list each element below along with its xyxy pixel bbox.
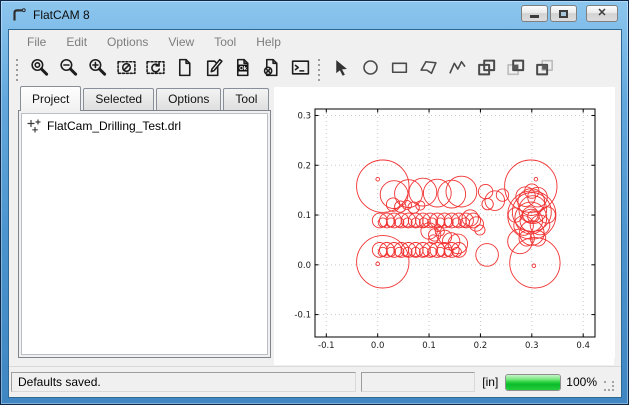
window-controls: ✕ <box>521 5 618 22</box>
tab-tool[interactable]: Tool <box>223 88 269 110</box>
draw-circle-button[interactable] <box>356 57 385 83</box>
zoom-out-button[interactable] <box>54 57 83 83</box>
tab-options[interactable]: Options <box>156 88 221 110</box>
draw-polyline-icon <box>447 57 468 83</box>
draw-circle-icon <box>360 57 381 83</box>
plot-figure[interactable]: -0.1 0.0 0.1 0.2 0.3 0.4 -0.1 0.0 0.1 0.2 0.3 <box>274 87 615 358</box>
minimize-icon <box>530 15 539 18</box>
main-area: ProjectSelectedOptionsTool FlatCam_Drill… <box>9 87 621 366</box>
tab-project[interactable]: Project <box>20 86 81 111</box>
left-column: ProjectSelectedOptionsTool FlatCam_Drill… <box>18 87 271 366</box>
shell-icon <box>290 57 311 83</box>
draw-rectangle-icon <box>389 57 410 83</box>
zoom-in-icon <box>87 57 108 83</box>
svg-text:0.2: 0.2 <box>474 341 488 351</box>
tool-bar: Ok <box>9 53 621 87</box>
plot-toolbar-handle[interactable] <box>15 59 19 81</box>
zoom-fit-button[interactable] <box>25 57 54 83</box>
zoom-out-icon <box>58 57 79 83</box>
units-label: [in] <box>480 375 500 389</box>
new-file-icon <box>174 57 195 83</box>
draw-polygon-button[interactable] <box>414 57 443 83</box>
tree-item-label: FlatCam_Drilling_Test.drl <box>47 119 181 133</box>
plot-canvas[interactable]: -0.1 0.0 0.1 0.2 0.3 0.4 -0.1 0.0 0.1 0.2 0.3 <box>274 87 614 365</box>
svg-text:0.4: 0.4 <box>576 341 590 351</box>
window-title: FlatCAM 8 <box>33 8 90 22</box>
delete-object-icon <box>261 57 282 83</box>
svg-text:0.0: 0.0 <box>297 261 311 271</box>
close-button[interactable]: ✕ <box>586 5 618 22</box>
select-arrow-button[interactable] <box>327 57 356 83</box>
svg-text:0.3: 0.3 <box>297 111 311 121</box>
close-icon: ✕ <box>597 8 606 19</box>
new-file-button[interactable] <box>170 57 199 83</box>
svg-text:0.3: 0.3 <box>525 341 539 351</box>
status-message-field: Defaults saved. <box>11 372 356 392</box>
svg-text:-0.1: -0.1 <box>318 341 335 351</box>
app-window: FlatCAM 8 ✕ FileEditOptionsViewToolHelp … <box>0 0 629 405</box>
svg-text:0.1: 0.1 <box>422 341 436 351</box>
geometry-toolbar-handle[interactable] <box>317 59 321 81</box>
svg-text:0.1: 0.1 <box>297 211 311 221</box>
zoom-fit-icon <box>29 57 50 83</box>
edit-file-button[interactable] <box>199 57 228 83</box>
replot-icon <box>145 57 166 83</box>
progress-bar-fill <box>506 375 560 390</box>
tab-selected[interactable]: Selected <box>83 88 154 110</box>
zoom-in-button[interactable] <box>83 57 112 83</box>
tree-item[interactable]: FlatCam_Drilling_Test.drl <box>25 117 264 135</box>
maximize-button[interactable] <box>550 5 577 22</box>
menu-tool[interactable]: Tool <box>204 32 246 52</box>
flatcam-logo-icon <box>11 7 27 23</box>
client-area: FileEditOptionsViewToolHelp Ok ProjectSe… <box>8 29 622 398</box>
menu-view[interactable]: View <box>158 32 204 52</box>
clear-plot-icon <box>116 57 137 83</box>
menu-edit[interactable]: Edit <box>56 32 97 52</box>
menu-file[interactable]: File <box>17 32 56 52</box>
draw-rectangle-button[interactable] <box>385 57 414 83</box>
subtract-icon <box>505 57 526 83</box>
status-message: Defaults saved. <box>18 375 101 389</box>
title-bar[interactable]: FlatCAM 8 ✕ <box>1 1 628 29</box>
subtract-button[interactable] <box>501 57 530 83</box>
select-arrow-icon <box>331 57 352 83</box>
draw-polyline-button[interactable] <box>443 57 472 83</box>
progress-bar <box>505 374 561 391</box>
progress-percent-label: 100% <box>566 375 597 389</box>
shell-button[interactable] <box>286 57 315 83</box>
menu-help[interactable]: Help <box>246 32 291 52</box>
svg-text:Ok: Ok <box>239 66 248 72</box>
minimize-button[interactable] <box>521 5 548 22</box>
union-button[interactable] <box>472 57 501 83</box>
draw-polygon-icon <box>418 57 439 83</box>
save-ok-icon: Ok <box>232 57 253 83</box>
svg-text:0.0: 0.0 <box>371 341 385 351</box>
resize-grip[interactable] <box>604 381 617 394</box>
menu-options[interactable]: Options <box>97 32 158 52</box>
svg-text:-0.1: -0.1 <box>294 311 311 321</box>
menu-bar: FileEditOptionsViewToolHelp <box>9 30 621 53</box>
intersection-icon <box>534 57 555 83</box>
drill-object-icon <box>27 119 41 133</box>
edit-file-icon <box>203 57 224 83</box>
svg-text:0.2: 0.2 <box>297 161 311 171</box>
intersection-button[interactable] <box>530 57 559 83</box>
maximize-icon <box>559 10 568 18</box>
status-bar: Defaults saved. [in] 100% <box>9 366 621 397</box>
tab-bar: ProjectSelectedOptionsTool <box>18 87 271 110</box>
status-secondary-field <box>361 372 475 392</box>
replot-button[interactable] <box>141 57 170 83</box>
delete-object-button[interactable] <box>257 57 286 83</box>
save-ok-button[interactable]: Ok <box>228 57 257 83</box>
project-tree-panel[interactable]: FlatCam_Drilling_Test.drl <box>18 110 271 358</box>
clear-plot-button[interactable] <box>112 57 141 83</box>
project-tree-list: FlatCam_Drilling_Test.drl <box>25 117 264 135</box>
union-icon <box>476 57 497 83</box>
